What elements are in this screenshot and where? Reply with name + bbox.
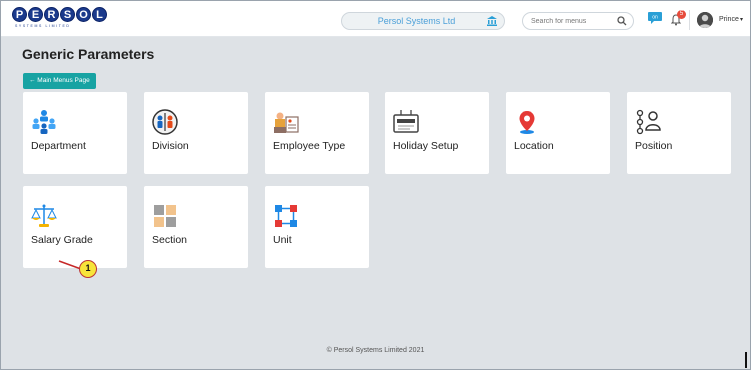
- callout-marker: 1: [79, 260, 97, 278]
- callout-arrow: [58, 260, 82, 270]
- text-cursor-icon: [745, 352, 747, 368]
